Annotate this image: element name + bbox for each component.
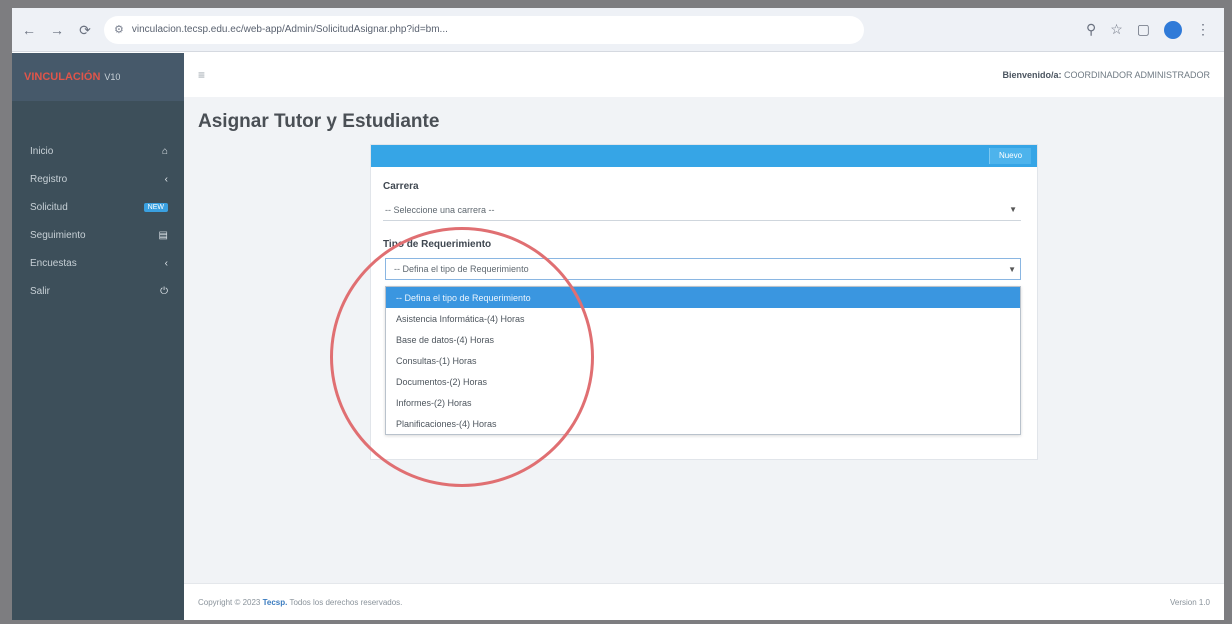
copyright-prefix: Copyright © 2023 [198,597,261,607]
back-icon[interactable]: ← [18,19,40,41]
forward-icon[interactable]: → [46,19,68,41]
copyright-text: Copyright © 2023 Tecsp. Todos los derech… [198,598,402,607]
top-header: ≡ Bienvenido/a: COORDINADOR ADMINISTRADO… [184,53,1224,97]
sidebar-item-encuestas[interactable]: Encuestas ‹ [12,249,184,277]
welcome-text: Bienvenido/a: COORDINADOR ADMINISTRADOR [1002,70,1210,80]
browser-menu-icon[interactable]: ⋮ [1196,21,1210,38]
panel-header: Nuevo [371,145,1037,167]
sidebar-item-label: Registro [30,173,68,185]
page-footer: Copyright © 2023 Tecsp. Todos los derech… [184,583,1224,620]
sidebar-item-label: Seguimiento [30,229,86,241]
carrera-label: Carrera [383,181,419,192]
sidebar-item-label: Inicio [30,145,54,157]
copyright-rights: Todos los derechos reservados. [289,597,403,607]
power-icon: ⏻ [160,285,168,297]
chevron-left-icon: ‹ [164,257,168,269]
brand-logo[interactable]: VINCULACIÓN V10 [12,53,184,101]
sidebar-item-label: Encuestas [30,257,77,269]
carrera-select[interactable]: -- Seleccione una carrera -- ▼ [383,199,1021,221]
brand-name: VINCULACIÓN [24,71,101,83]
address-bar[interactable]: ⚙ vinculacion.tecsp.edu.ec/web-app/Admin… [104,15,864,44]
site-info-icon[interactable]: ⚙ [114,23,124,36]
screen-frame: ← → ⟳ ⚙ vinculacion.tecsp.edu.ec/web-app… [12,8,1224,620]
zoom-icon[interactable]: ⚲ [1086,21,1096,38]
reload-icon[interactable]: ⟳ [74,19,96,41]
sidebar-item-salir[interactable]: Salir ⏻ [12,277,184,305]
sidebar-item-inicio[interactable]: Inicio ⌂ [12,137,184,165]
carrera-selected-value: -- Seleccione una carrera -- [385,204,495,215]
chevron-left-icon: ‹ [164,173,168,185]
chevron-down-icon: ▼ [1008,265,1016,274]
sidebar-item-label: Salir [30,285,51,297]
welcome-label: Bienvenido/a: [1002,70,1062,80]
extensions-icon[interactable]: ▢ [1137,21,1150,38]
hamburger-menu-icon[interactable]: ≡ [198,68,205,82]
url-text: vinculacion.tecsp.edu.ec/web-app/Admin/S… [131,24,448,35]
annotation-circle [330,227,594,487]
footer-brand-link[interactable]: Tecsp. [263,598,288,607]
sidebar-item-registro[interactable]: Registro ‹ [12,165,184,193]
document-icon: ▤ [158,229,168,241]
brand-sub: V10 [104,72,121,82]
new-badge: NEW [143,202,168,212]
home-icon: ⌂ [161,145,168,157]
page-title: Asignar Tutor y Estudiante [198,111,440,132]
chevron-down-icon: ▼ [1009,205,1017,214]
version-text: Version 1.0 [1169,597,1210,607]
welcome-user: COORDINADOR ADMINISTRADOR [1063,70,1210,80]
sidebar-item-label: Solicitud [30,201,68,213]
bookmark-star-icon[interactable]: ☆ [1110,21,1123,38]
browser-toolbar: ← → ⟳ ⚙ vinculacion.tecsp.edu.ec/web-app… [12,8,1224,52]
sidebar-menu: Inicio ⌂ Registro ‹ Solicitud NEW Seguim… [12,137,184,305]
sidebar-item-solicitud[interactable]: Solicitud NEW [12,193,184,221]
panel-new-button[interactable]: Nuevo [989,148,1031,164]
profile-avatar[interactable] [1164,20,1182,39]
sidebar-item-seguimiento[interactable]: Seguimiento ▤ [12,221,184,249]
sidebar: VINCULACIÓN V10 Inicio ⌂ Registro ‹ Soli… [12,53,184,620]
browser-actions: ⚲ ☆ ▢ ⋮ [1086,20,1210,39]
